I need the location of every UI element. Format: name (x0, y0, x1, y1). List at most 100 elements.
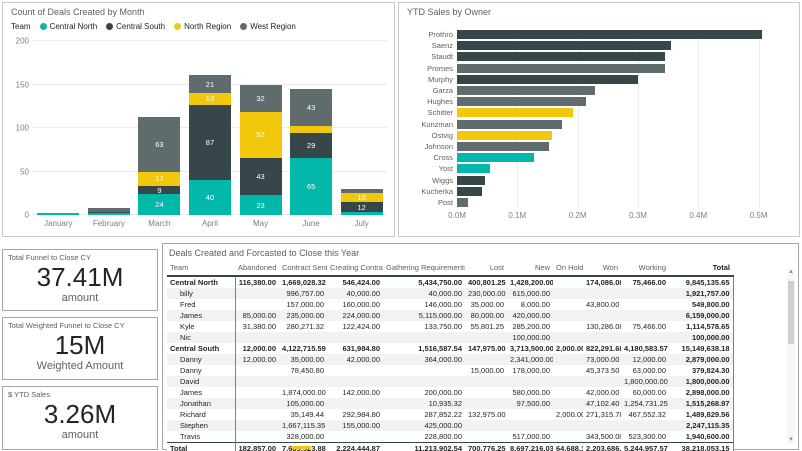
table-row-kyle[interactable]: Kyle31,380.00280,271.32122,424.00133,750… (167, 321, 733, 332)
stacked-bar-may[interactable]: 23435232 (240, 41, 282, 215)
owner-bar-ostvig[interactable] (457, 131, 552, 140)
bar-segment-west-region[interactable]: 43 (290, 89, 332, 126)
column-header-abandoned[interactable]: Abandoned (235, 261, 279, 276)
owner-bar-cross[interactable] (457, 153, 534, 162)
table-row-jonathan[interactable]: Jonathan105,000.0010,935.3297,500.0047,1… (167, 398, 733, 409)
table-row-richard[interactable]: Richard35,149.44292,984.80287,852.22132,… (167, 409, 733, 420)
bar-segment-north-region[interactable]: 10 (341, 193, 383, 202)
owner-label-wiggs: Wiggs (399, 174, 453, 185)
owner-bar-prothro[interactable] (457, 30, 762, 39)
table-row-david[interactable]: David1,800,000.001,800,000.00 (167, 376, 733, 387)
stacked-bar-april[interactable]: 40871321 (189, 41, 231, 215)
column-header-contract-sent[interactable]: Contract Sent (279, 261, 327, 276)
column-header-lost[interactable]: Lost (465, 261, 507, 276)
total-label-cell: Total (167, 443, 235, 451)
value-cell: 35,149.44 (279, 409, 327, 420)
legend-dot-icon (174, 23, 181, 30)
legend-dot-icon (240, 23, 247, 30)
owner-bar-kunzman[interactable] (457, 120, 562, 129)
owner-bar-johnson[interactable] (457, 142, 549, 151)
owner-bar-garza[interactable] (457, 86, 595, 95)
owner-bar-hughes[interactable] (457, 97, 586, 106)
column-header-won[interactable]: Won (583, 261, 621, 276)
bar-segment-central-south[interactable]: 29 (290, 133, 332, 158)
value-cell (553, 276, 583, 288)
bar-segment-central-south[interactable]: 12 (341, 202, 383, 212)
table-row-travis[interactable]: Travis328,000.00228,800.00517,000.00343,… (167, 431, 733, 443)
bar-segment-west-region[interactable]: 32 (240, 85, 282, 113)
stacked-bar-january[interactable] (37, 41, 79, 215)
table-row-nic[interactable]: Nic100,000.00100,000.00 (167, 332, 733, 343)
column-header-working[interactable]: Working (621, 261, 669, 276)
bar-segment-north-region[interactable] (290, 126, 332, 133)
value-cell (235, 365, 279, 376)
horizontal-scrollbar-thumb[interactable] (292, 446, 311, 449)
scroll-down-icon[interactable]: ▾ (787, 436, 795, 444)
bar-segment-west-region[interactable]: 63 (138, 117, 180, 172)
table-row-danny[interactable]: Danny78,450.8015,000.00178,000.0045,373.… (167, 365, 733, 376)
bar-segment-central-north[interactable]: 40 (189, 180, 231, 215)
bar-segment-west-region[interactable]: 21 (189, 75, 231, 93)
bar-segment-central-north[interactable]: 23 (240, 195, 282, 215)
legend-item-west-region[interactable]: West Region (240, 22, 296, 31)
team-cell: Central North (167, 276, 235, 288)
legend-item-north-region[interactable]: North Region (174, 22, 231, 31)
legend-item-label: West Region (250, 22, 296, 31)
column-header-total[interactable]: Total (669, 261, 733, 276)
value-cell: 580,000.00 (507, 387, 553, 398)
table-row-central-south[interactable]: Central South12,000.004,122,715.59631,98… (167, 343, 733, 354)
column-header-new[interactable]: New (507, 261, 553, 276)
bar-segment-central-north[interactable] (37, 213, 79, 215)
value-cell: 40,000.00 (327, 288, 383, 299)
value-cell: 615,000.00 (507, 288, 553, 299)
bar-segment-north-region[interactable]: 17 (138, 172, 180, 187)
scrollbar-thumb[interactable] (788, 281, 794, 344)
legend-item-central-south[interactable]: Central South (106, 22, 165, 31)
bar-segment-central-north[interactable]: 65 (290, 158, 332, 215)
deals-table: TeamAbandonedContract SentCreating Contr… (167, 261, 734, 451)
table-row-james[interactable]: James1,874,000.00142,000.00200,000.00580… (167, 387, 733, 398)
stacked-bar-july[interactable]: 1210 (341, 41, 383, 215)
value-cell: 31,380.00 (235, 321, 279, 332)
owner-bar-murphy[interactable] (457, 75, 638, 84)
stacked-bar-february[interactable] (88, 41, 130, 215)
table-vertical-scrollbar[interactable]: ▴ ▾ (787, 268, 795, 444)
table-row-billy[interactable]: billy996,757.0040,000.0040,000.00230,000… (167, 288, 733, 299)
table-row-danny[interactable]: Danny12,000.0035,000.0042,000.00364,000.… (167, 354, 733, 365)
column-header-team[interactable]: Team (167, 261, 235, 276)
column-header-creating-contract[interactable]: Creating Contract (327, 261, 383, 276)
value-cell: 4,180,583.57 (621, 343, 669, 354)
column-header-gathering-requirements[interactable]: Gathering Requirements (383, 261, 465, 276)
total-value-cell: 2,224,444.87 (327, 443, 383, 451)
x-axis-label-march: March (134, 219, 184, 228)
table-row-stephen[interactable]: Stephen1,667,115.35155,000.00425,000.002… (167, 420, 733, 431)
bar-segment-central-south[interactable]: 43 (240, 158, 282, 195)
bar-segment-north-region[interactable]: 13 (189, 93, 231, 104)
bar-segment-central-north[interactable] (88, 213, 130, 215)
card-label: Weighted Amount (3, 360, 157, 372)
column-header-on-hold[interactable]: On Hold (553, 261, 583, 276)
bar-segment-central-south[interactable]: 87 (189, 105, 231, 181)
owner-bar-wiggs[interactable] (457, 176, 485, 185)
owner-bar-kucherka[interactable] (457, 187, 482, 196)
owner-bar-promes[interactable] (457, 64, 665, 73)
bar-segment-central-north[interactable]: 24 (138, 194, 180, 215)
owner-bar-saenz[interactable] (457, 41, 671, 50)
value-cell: 132,975.00 (465, 409, 507, 420)
value-cell: 4,122,715.59 (279, 343, 327, 354)
bar-segment-central-north[interactable] (341, 212, 383, 215)
owner-bar-yost[interactable] (457, 164, 490, 173)
owner-bar-staudt[interactable] (457, 52, 665, 61)
legend-item-central-north[interactable]: Central North (40, 22, 98, 31)
owner-bar-post[interactable] (457, 198, 468, 207)
table-row-james[interactable]: James85,000.00235,000.00224,000.005,115,… (167, 310, 733, 321)
table-row-central-north[interactable]: Central North116,380.001,669,028.32546,4… (167, 276, 733, 288)
table-row-fred[interactable]: Fred157,000.00160,000.00146,000.0035,000… (167, 299, 733, 310)
bar-segment-north-region[interactable]: 52 (240, 112, 282, 157)
value-cell: 822,291.68 (583, 343, 621, 354)
scroll-up-icon[interactable]: ▴ (787, 268, 795, 276)
owner-bar-schitter[interactable] (457, 108, 573, 117)
stacked-bar-june[interactable]: 6529 43 (290, 41, 332, 215)
bar-segment-central-south[interactable]: 9 (138, 186, 180, 194)
stacked-bar-march[interactable]: 2491763 (138, 41, 180, 215)
